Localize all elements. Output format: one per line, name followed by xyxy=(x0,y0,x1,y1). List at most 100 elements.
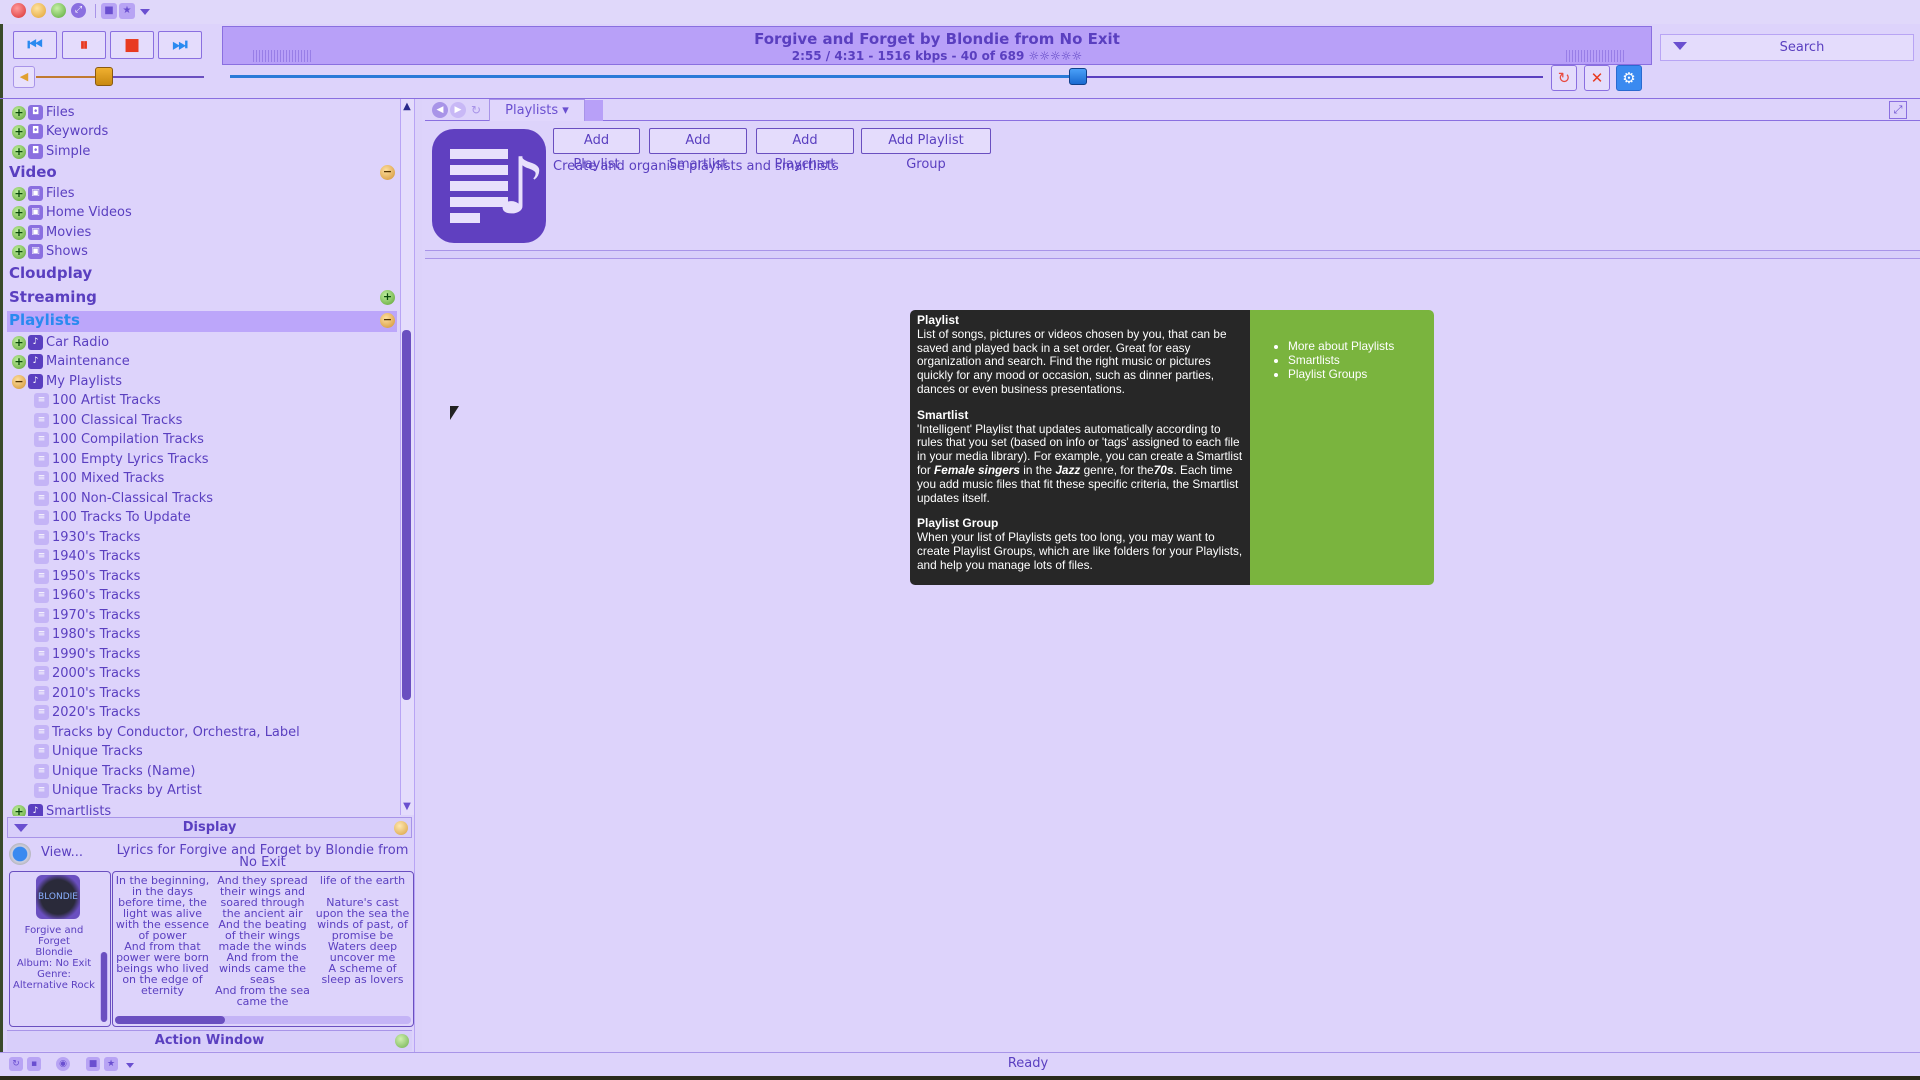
tree-item-shows[interactable]: + ▣ Shows xyxy=(0,242,88,261)
action-window-header[interactable]: Action Window xyxy=(7,1030,412,1051)
playlist-item[interactable]: ≡ 2000's Tracks xyxy=(0,664,140,683)
display-panel-toggle-icon[interactable] xyxy=(394,821,408,835)
playlist-item[interactable]: ≡ Tracks by Conductor, Orchestra, Label xyxy=(0,723,300,742)
scroll-up-icon[interactable]: ▲ xyxy=(400,101,414,113)
expand-icon[interactable]: + xyxy=(12,244,26,259)
tree-item-label: Smartlists xyxy=(46,804,112,816)
playlist-item[interactable]: ≡ 1930's Tracks xyxy=(0,528,140,547)
playlist-icon: ≡ xyxy=(34,549,49,564)
playlist-item[interactable]: ≡ 1940's Tracks xyxy=(0,547,140,566)
playlist-item[interactable]: ≡ Unique Tracks (Name) xyxy=(0,762,195,781)
link-playlist-groups[interactable]: Playlist Groups xyxy=(1288,367,1426,382)
next-track-button[interactable]: ⏭ xyxy=(158,31,202,59)
section-playlists[interactable]: Playlists xyxy=(9,311,80,329)
section-cloudplay[interactable]: Cloudplay xyxy=(9,264,92,282)
link-smartlists[interactable]: Smartlists xyxy=(1288,353,1426,368)
forward-icon[interactable]: ▶ xyxy=(450,102,466,118)
playlist-item[interactable]: ≡ Unique Tracks by Artist xyxy=(0,781,202,800)
volume-slider-handle[interactable] xyxy=(94,67,113,86)
add-playlist-group-button[interactable]: Add Playlist Group xyxy=(861,128,991,172)
stop-button[interactable]: ■ xyxy=(110,31,154,59)
tree-item-pictures-keywords[interactable]: + ◘ Keywords xyxy=(0,122,108,141)
back-icon[interactable]: ◀ xyxy=(432,102,448,118)
collapse-video-icon[interactable]: − xyxy=(380,165,395,180)
view-play-icon[interactable] xyxy=(9,843,31,865)
close-window-button[interactable] xyxy=(11,3,26,18)
tab-playlists[interactable]: Playlists ▾ xyxy=(489,99,585,121)
section-streaming[interactable]: Streaming xyxy=(9,288,97,306)
expand-icon[interactable]: + xyxy=(12,144,26,159)
expand-icon[interactable]: + xyxy=(12,124,26,139)
playlist-item[interactable]: ≡ 100 Non-Classical Tracks xyxy=(0,489,213,508)
playlist-item[interactable]: ≡ 100 Mixed Tracks xyxy=(0,469,164,488)
expand-icon[interactable]: + xyxy=(12,354,26,369)
refresh-icon[interactable]: ↻ xyxy=(468,102,484,118)
tree-item-video-files[interactable]: + ▣ Files xyxy=(0,184,75,203)
playlist-item[interactable]: ≡ 2020's Tracks xyxy=(0,703,140,722)
playlist-item[interactable]: ≡ 100 Empty Lyrics Tracks xyxy=(0,450,209,469)
scroll-down-icon[interactable]: ▼ xyxy=(400,801,414,813)
tree-item-movies[interactable]: + ▣ Movies xyxy=(0,223,91,242)
now-playing-display[interactable]: Forgive and Forget by Blondie from No Ex… xyxy=(222,26,1652,65)
minimize-window-button[interactable] xyxy=(31,3,46,18)
seek-bar-handle[interactable] xyxy=(1069,68,1088,85)
expand-view-icon[interactable]: ⤢ xyxy=(1889,101,1907,119)
add-playlist-button[interactable]: Add Playlist xyxy=(553,128,640,172)
shuffle-button[interactable]: ✕ xyxy=(1584,65,1610,91)
playlist-item[interactable]: ≡ 1950's Tracks xyxy=(0,567,140,586)
add-playchart-button[interactable]: Add Playchart xyxy=(756,128,854,172)
sidebar-scrollbar-thumb[interactable] xyxy=(402,330,411,700)
playlist-group-heading: Playlist Group xyxy=(917,516,999,531)
add-smartlist-button[interactable]: Add Smartlist xyxy=(649,128,747,172)
fullscreen-icon[interactable]: ⤢ xyxy=(71,3,86,18)
tree-item-pictures-files[interactable]: + ◘ Files xyxy=(0,103,75,122)
previous-track-button[interactable]: ⏮ xyxy=(13,31,57,59)
playlist-item[interactable]: ≡ 1970's Tracks xyxy=(0,606,140,625)
playlist-item[interactable]: ≡ 100 Compilation Tracks xyxy=(0,430,204,449)
expand-icon[interactable]: + xyxy=(12,335,26,350)
playlist-item[interactable]: ≡ 100 Artist Tracks xyxy=(0,391,161,410)
album-art[interactable]: BLONDIE xyxy=(36,875,80,919)
expand-icon[interactable]: + xyxy=(12,225,26,240)
tree-item-car-radio[interactable]: + ♪ Car Radio xyxy=(0,333,109,352)
action-window-toggle-icon[interactable] xyxy=(395,1034,409,1048)
playlist-item[interactable]: ≡ 1960's Tracks xyxy=(0,586,140,605)
tree-item-pictures-simple[interactable]: + ◘ Simple xyxy=(0,142,90,161)
playlist-item[interactable]: ≡ 2010's Tracks xyxy=(0,684,140,703)
tree-item-my-playlists[interactable]: − ♪ My Playlists xyxy=(0,372,122,391)
tree-item-maintenance[interactable]: + ♪ Maintenance xyxy=(0,352,130,371)
new-tab-button[interactable] xyxy=(585,100,603,121)
view-menu-button[interactable]: View... xyxy=(41,845,83,860)
display-panel-header[interactable]: Display xyxy=(7,817,412,838)
expand-icon[interactable]: + xyxy=(12,804,26,816)
playlist-item[interactable]: ≡ 1980's Tracks xyxy=(0,625,140,644)
search-box[interactable]: Search xyxy=(1660,34,1914,61)
star-icon[interactable]: ★ xyxy=(119,3,135,19)
tree-item-smartlists[interactable]: + ♪ Smartlists xyxy=(0,802,111,816)
playlist-item[interactable]: ≡ 100 Tracks To Update xyxy=(0,508,191,527)
expand-icon[interactable]: + xyxy=(12,186,26,201)
lyrics-scrollbar-thumb[interactable] xyxy=(115,1016,225,1024)
link-more-about-playlists[interactable]: More about Playlists xyxy=(1288,339,1426,354)
playlist-item[interactable]: ≡ 1990's Tracks xyxy=(0,645,140,664)
section-video[interactable]: Video xyxy=(9,163,57,181)
collapse-icon[interactable]: − xyxy=(12,374,26,389)
volume-icon[interactable]: ◀ xyxy=(13,66,35,88)
track-info-scrollbar[interactable] xyxy=(100,952,108,1022)
tree-item-home-videos[interactable]: + ▣ Home Videos xyxy=(0,203,132,222)
repeat-button[interactable]: ↻ xyxy=(1551,65,1577,91)
stop-square-icon[interactable]: ■ xyxy=(101,3,117,19)
search-dropdown-icon[interactable] xyxy=(1673,42,1687,50)
maximize-window-button[interactable] xyxy=(51,3,66,18)
expand-icon[interactable]: + xyxy=(12,205,26,220)
audio-settings-button[interactable]: ⚙ xyxy=(1616,65,1642,91)
titlebar-menu-chevron-icon[interactable] xyxy=(140,9,150,15)
pause-button[interactable]: ⏸ xyxy=(62,31,106,59)
playlist-item[interactable]: ≡ Unique Tracks xyxy=(0,742,143,761)
expand-icon[interactable]: + xyxy=(12,105,26,120)
playlist-group-icon: ♪ xyxy=(28,354,43,369)
playlist-item[interactable]: ≡ 100 Classical Tracks xyxy=(0,411,182,430)
expand-streaming-icon[interactable]: + xyxy=(380,290,395,305)
collapse-playlists-icon[interactable]: − xyxy=(380,313,395,328)
panel-splitter[interactable] xyxy=(414,99,422,1052)
